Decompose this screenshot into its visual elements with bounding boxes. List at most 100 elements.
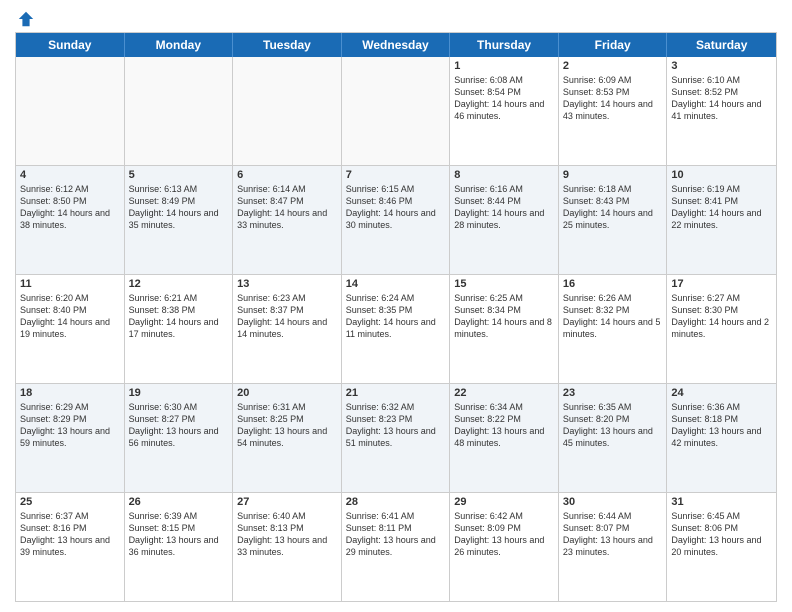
day-number: 19: [129, 387, 229, 399]
calendar-cell: [233, 57, 342, 165]
day-number: 18: [20, 387, 120, 399]
cell-info: Sunrise: 6:19 AM Sunset: 8:41 PM Dayligh…: [671, 183, 772, 232]
calendar-cell: 21 Sunrise: 6:32 AM Sunset: 8:23 PM Dayli…: [342, 384, 451, 492]
cell-info: Sunrise: 6:44 AM Sunset: 8:07 PM Dayligh…: [563, 510, 663, 559]
day-number: 26: [129, 496, 229, 508]
day-number: 5: [129, 169, 229, 181]
day-number: 25: [20, 496, 120, 508]
calendar-cell: 6 Sunrise: 6:14 AM Sunset: 8:47 PM Daylig…: [233, 166, 342, 274]
calendar-cell: 16 Sunrise: 6:26 AM Sunset: 8:32 PM Dayli…: [559, 275, 668, 383]
calendar-row: 4 Sunrise: 6:12 AM Sunset: 8:50 PM Daylig…: [16, 166, 776, 275]
logo-icon: [17, 10, 35, 28]
day-number: 24: [671, 387, 772, 399]
calendar-row: 1Sunrise: 6:08 AM Sunset: 8:54 PM Daylig…: [16, 57, 776, 166]
day-header-wednesday: Wednesday: [342, 33, 451, 57]
day-number: 8: [454, 169, 554, 181]
cell-info: Sunrise: 6:37 AM Sunset: 8:16 PM Dayligh…: [20, 510, 120, 559]
cell-info: Sunrise: 6:45 AM Sunset: 8:06 PM Dayligh…: [671, 510, 772, 559]
calendar-cell: 14 Sunrise: 6:24 AM Sunset: 8:35 PM Dayli…: [342, 275, 451, 383]
calendar-body: 1Sunrise: 6:08 AM Sunset: 8:54 PM Daylig…: [16, 57, 776, 601]
cell-info: Sunrise: 6:15 AM Sunset: 8:46 PM Dayligh…: [346, 183, 446, 232]
cell-info: Sunrise: 6:34 AM Sunset: 8:22 PM Dayligh…: [454, 401, 554, 450]
day-number: 7: [346, 169, 446, 181]
day-number: 20: [237, 387, 337, 399]
calendar-cell: [342, 57, 451, 165]
calendar-cell: 28 Sunrise: 6:41 AM Sunset: 8:11 PM Dayli…: [342, 493, 451, 601]
day-number: 4: [20, 169, 120, 181]
calendar-row: 25 Sunrise: 6:37 AM Sunset: 8:16 PM Dayli…: [16, 493, 776, 601]
calendar-cell: 15 Sunrise: 6:25 AM Sunset: 8:34 PM Dayli…: [450, 275, 559, 383]
cell-info: Sunrise: 6:14 AM Sunset: 8:47 PM Dayligh…: [237, 183, 337, 232]
day-number: 17: [671, 278, 772, 290]
calendar-container: SundayMondayTuesdayWednesdayThursdayFrid…: [15, 32, 777, 602]
calendar-cell: 2 Sunrise: 6:09 AM Sunset: 8:53 PM Daylig…: [559, 57, 668, 165]
cell-info: Sunrise: 6:24 AM Sunset: 8:35 PM Dayligh…: [346, 292, 446, 341]
day-number: 11: [20, 278, 120, 290]
cell-info: Sunrise: 6:30 AM Sunset: 8:27 PM Dayligh…: [129, 401, 229, 450]
calendar-cell: 13 Sunrise: 6:23 AM Sunset: 8:37 PM Dayli…: [233, 275, 342, 383]
cell-info: Sunrise: 6:23 AM Sunset: 8:37 PM Dayligh…: [237, 292, 337, 341]
cell-info: Sunrise: 6:26 AM Sunset: 8:32 PM Dayligh…: [563, 292, 663, 341]
day-number: 21: [346, 387, 446, 399]
day-header-saturday: Saturday: [667, 33, 776, 57]
calendar-row: 18 Sunrise: 6:29 AM Sunset: 8:29 PM Dayli…: [16, 384, 776, 493]
calendar-cell: 22 Sunrise: 6:34 AM Sunset: 8:22 PM Dayli…: [450, 384, 559, 492]
cell-info: Sunrise: 6:25 AM Sunset: 8:34 PM Dayligh…: [454, 292, 554, 341]
calendar-cell: 8 Sunrise: 6:16 AM Sunset: 8:44 PM Daylig…: [450, 166, 559, 274]
day-number: 9: [563, 169, 663, 181]
cell-info: Sunrise: 6:41 AM Sunset: 8:11 PM Dayligh…: [346, 510, 446, 559]
page: SundayMondayTuesdayWednesdayThursdayFrid…: [0, 0, 792, 612]
logo: [15, 10, 35, 24]
cell-info: Sunrise: 6:09 AM Sunset: 8:53 PM Dayligh…: [563, 74, 663, 123]
day-number: 10: [671, 169, 772, 181]
day-header-tuesday: Tuesday: [233, 33, 342, 57]
day-number: 6: [237, 169, 337, 181]
calendar-header: SundayMondayTuesdayWednesdayThursdayFrid…: [16, 33, 776, 57]
cell-info: Sunrise: 6:31 AM Sunset: 8:25 PM Dayligh…: [237, 401, 337, 450]
cell-info: Sunrise: 6:32 AM Sunset: 8:23 PM Dayligh…: [346, 401, 446, 450]
calendar-cell: 17Sunrise: 6:27 AM Sunset: 8:30 PM Dayli…: [667, 275, 776, 383]
cell-info: Sunrise: 6:29 AM Sunset: 8:29 PM Dayligh…: [20, 401, 120, 450]
calendar-cell: 9 Sunrise: 6:18 AM Sunset: 8:43 PM Daylig…: [559, 166, 668, 274]
calendar-cell: 29Sunrise: 6:42 AM Sunset: 8:09 PM Dayli…: [450, 493, 559, 601]
cell-info: Sunrise: 6:08 AM Sunset: 8:54 PM Dayligh…: [454, 74, 554, 123]
cell-info: Sunrise: 6:18 AM Sunset: 8:43 PM Dayligh…: [563, 183, 663, 232]
calendar-cell: 1Sunrise: 6:08 AM Sunset: 8:54 PM Daylig…: [450, 57, 559, 165]
calendar-cell: 23 Sunrise: 6:35 AM Sunset: 8:20 PM Dayli…: [559, 384, 668, 492]
cell-info: Sunrise: 6:39 AM Sunset: 8:15 PM Dayligh…: [129, 510, 229, 559]
cell-info: Sunrise: 6:12 AM Sunset: 8:50 PM Dayligh…: [20, 183, 120, 232]
calendar-cell: 24 Sunrise: 6:36 AM Sunset: 8:18 PM Dayli…: [667, 384, 776, 492]
calendar-cell: 27 Sunrise: 6:40 AM Sunset: 8:13 PM Dayli…: [233, 493, 342, 601]
day-number: 14: [346, 278, 446, 290]
calendar-cell: 25 Sunrise: 6:37 AM Sunset: 8:16 PM Dayli…: [16, 493, 125, 601]
calendar-cell: 3Sunrise: 6:10 AM Sunset: 8:52 PM Daylig…: [667, 57, 776, 165]
day-number: 27: [237, 496, 337, 508]
day-number: 13: [237, 278, 337, 290]
day-number: 12: [129, 278, 229, 290]
day-number: 2: [563, 60, 663, 72]
day-number: 31: [671, 496, 772, 508]
calendar-cell: 18 Sunrise: 6:29 AM Sunset: 8:29 PM Dayli…: [16, 384, 125, 492]
cell-info: Sunrise: 6:35 AM Sunset: 8:20 PM Dayligh…: [563, 401, 663, 450]
calendar-cell: 19 Sunrise: 6:30 AM Sunset: 8:27 PM Dayli…: [125, 384, 234, 492]
day-header-thursday: Thursday: [450, 33, 559, 57]
cell-info: Sunrise: 6:20 AM Sunset: 8:40 PM Dayligh…: [20, 292, 120, 341]
day-number: 15: [454, 278, 554, 290]
calendar-cell: 4 Sunrise: 6:12 AM Sunset: 8:50 PM Daylig…: [16, 166, 125, 274]
day-number: 29: [454, 496, 554, 508]
day-number: 23: [563, 387, 663, 399]
cell-info: Sunrise: 6:36 AM Sunset: 8:18 PM Dayligh…: [671, 401, 772, 450]
day-number: 16: [563, 278, 663, 290]
day-number: 22: [454, 387, 554, 399]
header: [15, 10, 777, 24]
cell-info: Sunrise: 6:21 AM Sunset: 8:38 PM Dayligh…: [129, 292, 229, 341]
calendar-cell: 12 Sunrise: 6:21 AM Sunset: 8:38 PM Dayli…: [125, 275, 234, 383]
calendar-cell: [125, 57, 234, 165]
cell-info: Sunrise: 6:40 AM Sunset: 8:13 PM Dayligh…: [237, 510, 337, 559]
calendar-cell: 20 Sunrise: 6:31 AM Sunset: 8:25 PM Dayli…: [233, 384, 342, 492]
calendar-cell: 30Sunrise: 6:44 AM Sunset: 8:07 PM Dayli…: [559, 493, 668, 601]
cell-info: Sunrise: 6:16 AM Sunset: 8:44 PM Dayligh…: [454, 183, 554, 232]
day-number: 28: [346, 496, 446, 508]
calendar-cell: 26 Sunrise: 6:39 AM Sunset: 8:15 PM Dayli…: [125, 493, 234, 601]
calendar-cell: 5Sunrise: 6:13 AM Sunset: 8:49 PM Daylig…: [125, 166, 234, 274]
